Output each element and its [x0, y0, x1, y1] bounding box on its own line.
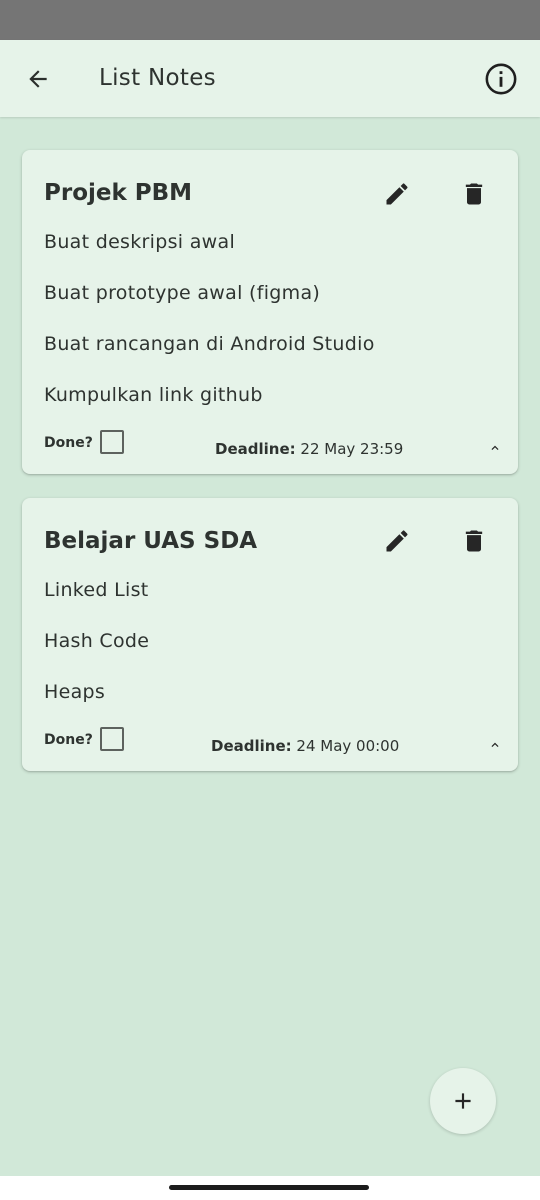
- trash-icon: [465, 530, 483, 552]
- done-label: Done?: [44, 435, 93, 451]
- edit-button[interactable]: [379, 523, 415, 559]
- delete-button[interactable]: [456, 523, 492, 559]
- note-item: Heaps: [44, 681, 106, 703]
- chevron-up-icon: [491, 742, 499, 747]
- done-label: Done?: [44, 732, 93, 748]
- add-note-button[interactable]: [430, 1068, 496, 1134]
- deadline-value: 22 May 23:59: [300, 440, 404, 458]
- note-item: Hash Code: [44, 630, 150, 652]
- note-card: Belajar UAS SDA Linked List Hash Code He…: [22, 498, 518, 771]
- collapse-button[interactable]: [486, 439, 504, 457]
- edit-button[interactable]: [379, 176, 415, 212]
- pencil-icon: [386, 183, 408, 205]
- deadline: Deadline: 24 May 00:00: [211, 737, 399, 755]
- deadline-label: Deadline:: [215, 440, 296, 458]
- done-checkbox[interactable]: [100, 430, 124, 454]
- arrow-left-icon: [29, 70, 47, 88]
- note-item: Kumpulkan link github: [44, 384, 263, 406]
- deadline: Deadline: 22 May 23:59: [215, 440, 403, 458]
- note-title: Belajar UAS SDA: [44, 528, 258, 554]
- note-item: Buat rancangan di Android Studio: [44, 333, 375, 355]
- done-checkbox[interactable]: [100, 727, 124, 751]
- note-item: Buat deskripsi awal: [44, 231, 236, 253]
- deadline-label: Deadline:: [211, 737, 292, 755]
- home-gesture-handle[interactable]: [169, 1185, 369, 1190]
- deadline-value: 24 May 00:00: [296, 737, 400, 755]
- delete-button[interactable]: [456, 176, 492, 212]
- note-item: Buat prototype awal (figma): [44, 282, 321, 304]
- note-title: Projek PBM: [44, 180, 193, 206]
- info-button[interactable]: [483, 61, 519, 97]
- page-title: List Notes: [99, 65, 216, 91]
- chevron-up-icon: [491, 445, 499, 450]
- info-circle-icon: [485, 63, 517, 95]
- note-card: Projek PBM Buat deskripsi awal Buat prot…: [22, 150, 518, 474]
- pencil-icon: [386, 530, 408, 552]
- plus-icon: [455, 1093, 471, 1109]
- app-bar: List Notes: [0, 40, 540, 117]
- status-bar: [0, 0, 540, 40]
- navigation-bar: [0, 1176, 540, 1200]
- back-button[interactable]: [20, 61, 56, 97]
- trash-icon: [465, 183, 483, 205]
- collapse-button[interactable]: [486, 736, 504, 754]
- note-item: Linked List: [44, 579, 149, 601]
